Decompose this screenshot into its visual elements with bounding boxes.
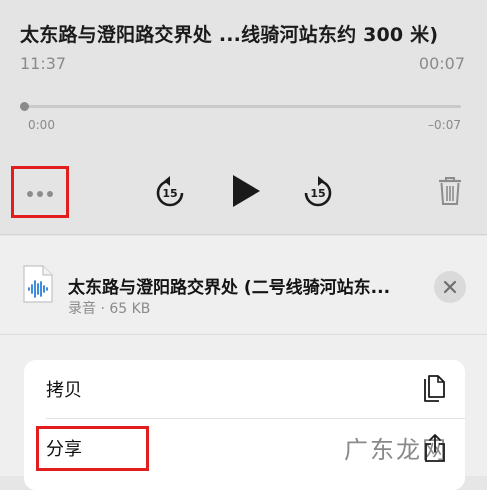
elapsed-time: 0:00 <box>28 118 55 132</box>
share-highlight-box <box>36 426 149 471</box>
sheet-divider <box>0 334 487 335</box>
share-sheet-header: 太东路与澄阳路交界处 (二号线骑河站东... 录音 · 65 KB <box>0 236 487 334</box>
skip-back-15-icon: 15 <box>156 176 184 207</box>
play-icon <box>233 175 260 207</box>
skip-forward-label: 15 <box>310 187 325 200</box>
file-name: 太东路与澄阳路交界处 (二号线骑河站东... <box>68 278 391 298</box>
skip-forward-15-icon: 15 <box>304 176 332 207</box>
playback-scrubber[interactable] <box>24 105 461 108</box>
file-meta: 录音 · 65 KB <box>68 301 151 317</box>
skip-forward-button[interactable]: 15 <box>301 174 335 208</box>
audio-file-icon <box>22 264 54 308</box>
close-icon <box>443 280 457 294</box>
copy-action[interactable]: 拷贝 <box>24 360 465 419</box>
trash-icon <box>439 177 461 205</box>
recording-player: 太东路与澄阳路交界处 ...线骑河站东约 300 米) 11:37 00:07 … <box>0 0 487 234</box>
skip-back-button[interactable]: 15 <box>153 174 187 208</box>
delete-button[interactable] <box>434 174 466 208</box>
remaining-time: –0:07 <box>428 118 461 132</box>
recording-date: 11:37 <box>20 54 67 73</box>
divider <box>0 234 487 235</box>
copy-icon <box>421 374 447 408</box>
close-button[interactable] <box>434 271 466 303</box>
recording-title[interactable]: 太东路与澄阳路交界处 ...线骑河站东约 300 米) <box>20 20 470 47</box>
ellipsis-icon <box>26 183 54 202</box>
scrubber-knob[interactable] <box>20 102 29 111</box>
skip-back-label: 15 <box>162 187 177 200</box>
watermark: 广东龙网 <box>344 436 448 464</box>
play-button[interactable] <box>229 172 263 210</box>
recording-duration: 00:07 <box>418 54 465 73</box>
copy-label: 拷贝 <box>46 380 82 401</box>
more-options-button[interactable] <box>11 166 69 218</box>
